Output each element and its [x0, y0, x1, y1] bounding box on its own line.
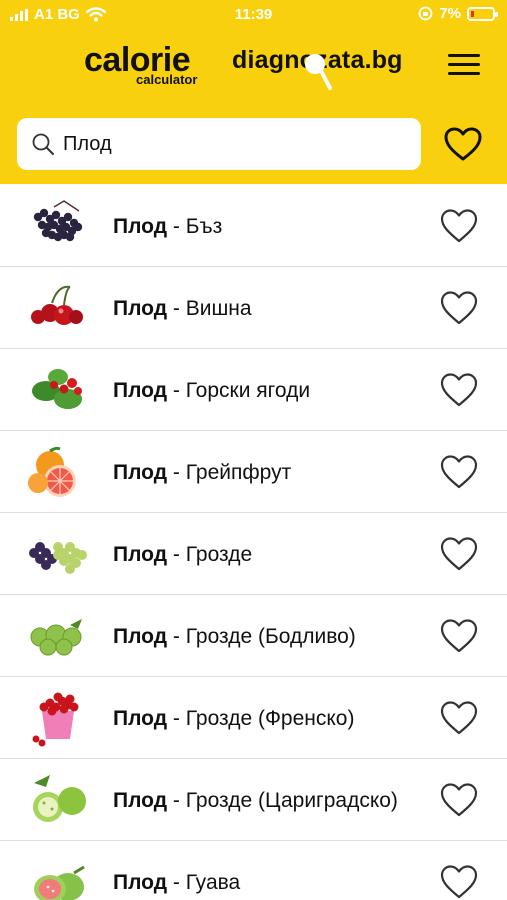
food-separator: -	[167, 624, 186, 648]
guava-image	[34, 865, 85, 900]
food-prefix: Плод	[113, 624, 168, 648]
app-header: A1 BG 11:39 7% calorie calculator diagno…	[0, 0, 507, 184]
favorite-heart-icon[interactable]	[439, 453, 479, 491]
food-name: Грейпфрут	[185, 460, 292, 484]
favorite-heart-icon[interactable]	[439, 207, 479, 245]
favorite-heart-icon[interactable]	[439, 535, 479, 573]
food-prefix: Плод	[113, 296, 168, 320]
food-separator: -	[167, 542, 186, 566]
green-gooseberry-image	[33, 775, 86, 822]
favorite-heart-icon[interactable]	[439, 863, 479, 900]
search-bar[interactable]	[17, 118, 421, 170]
food-separator: -	[167, 296, 186, 320]
food-label: Плод - Вишна	[113, 267, 413, 349]
food-separator: -	[167, 214, 186, 238]
food-name: Горски ягоди	[185, 378, 311, 402]
food-name: Грозде (Цариградско)	[185, 788, 398, 812]
favorite-heart-icon[interactable]	[439, 699, 479, 737]
list-item[interactable]: Плод - Грозде (Бодливо)	[0, 595, 507, 677]
food-label: Плод - Грозде	[113, 513, 413, 595]
grapefruit-image	[28, 446, 76, 497]
favorite-heart-icon[interactable]	[439, 371, 479, 409]
food-name: Грозде (Бодливо)	[185, 624, 356, 648]
results-list: Плод - Бъз Плод - Вишна Плод - Горски яг…	[0, 185, 507, 900]
calorie-calculator-logo[interactable]: calorie calculator	[84, 42, 214, 92]
redcurrant-bucket-image	[32, 692, 79, 747]
food-prefix: Плод	[113, 870, 168, 894]
orientation-lock-icon	[418, 6, 433, 21]
elderberry-image	[33, 200, 83, 242]
battery-icon	[467, 6, 498, 21]
food-name: Бъз	[185, 214, 223, 238]
status-bar: A1 BG 11:39 7%	[0, 0, 507, 32]
list-item[interactable]: Плод - Вишна	[0, 267, 507, 349]
food-prefix: Плод	[113, 788, 168, 812]
food-name: Грозде	[185, 542, 253, 566]
food-separator: -	[167, 870, 186, 894]
battery-percent: 7%	[439, 5, 461, 22]
food-prefix: Плод	[113, 706, 168, 730]
food-prefix: Плод	[113, 378, 168, 402]
food-separator: -	[167, 788, 186, 812]
search-icon	[32, 133, 54, 155]
food-label: Плод - Грозде (Цариградско)	[113, 759, 413, 841]
food-prefix: Плод	[113, 214, 168, 238]
sour-cherry-image	[31, 285, 83, 325]
food-separator: -	[167, 378, 186, 402]
food-label: Плод - Бъз	[113, 185, 413, 267]
food-prefix: Плод	[113, 460, 168, 484]
logo-sub-text: calculator	[136, 72, 198, 87]
food-label: Плод - Гуава	[113, 841, 413, 900]
favorites-heart-icon[interactable]	[443, 126, 483, 162]
list-item[interactable]: Плод - Грейпфрут	[0, 431, 507, 513]
food-name: Грозде (Френско)	[185, 706, 355, 730]
list-item[interactable]: Плод - Горски ягоди	[0, 349, 507, 431]
food-prefix: Плод	[113, 542, 168, 566]
magnifier-icon	[305, 54, 332, 90]
status-right: 7%	[418, 5, 498, 22]
food-label: Плод - Грозде (Бодливо)	[113, 595, 413, 677]
list-item[interactable]: Плод - Гуава	[0, 841, 507, 900]
hamburger-menu-icon[interactable]	[448, 54, 482, 78]
list-item[interactable]: Плод - Бъз	[0, 185, 507, 267]
grapes-image	[29, 542, 87, 574]
food-label: Плод - Грейпфрут	[113, 431, 413, 513]
gooseberry-image	[30, 619, 82, 656]
favorite-heart-icon[interactable]	[439, 289, 479, 327]
food-name: Гуава	[185, 870, 241, 894]
food-name: Вишна	[185, 296, 252, 320]
food-label: Плод - Грозде (Френско)	[113, 677, 413, 759]
wild-strawberry-image	[32, 369, 82, 409]
list-item[interactable]: Плод - Грозде (Цариградско)	[0, 759, 507, 841]
food-label: Плод - Горски ягоди	[113, 349, 413, 431]
search-input[interactable]	[63, 118, 413, 170]
food-separator: -	[167, 460, 186, 484]
list-item[interactable]: Плод - Грозде	[0, 513, 507, 595]
favorite-heart-icon[interactable]	[439, 781, 479, 819]
food-separator: -	[167, 706, 186, 730]
list-item[interactable]: Плод - Грозде (Френско)	[0, 677, 507, 759]
favorite-heart-icon[interactable]	[439, 617, 479, 655]
